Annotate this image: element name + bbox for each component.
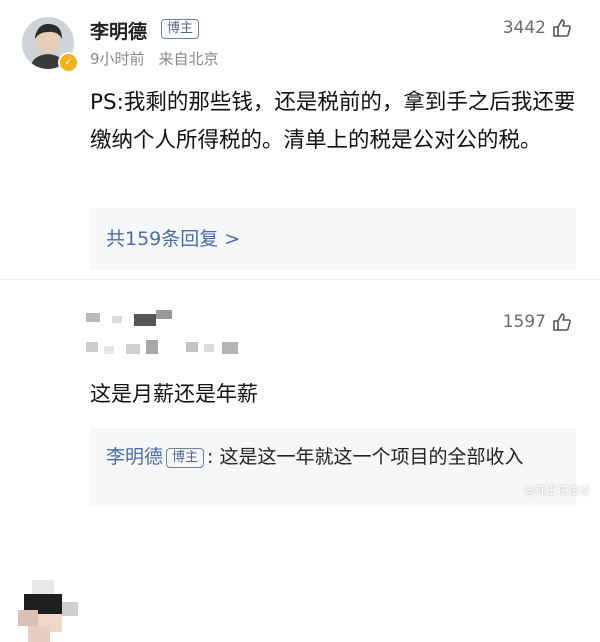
author-name[interactable]: 李明德 (90, 17, 147, 44)
watermark: @韩王任建设 (524, 484, 590, 497)
comment-text: 这是月薪还是年薪 (90, 382, 258, 406)
reply-content: 李明德 博主: 这是这一年就这一个项目的全部收入 (106, 442, 568, 472)
author-tag: 博主 (166, 448, 205, 468)
comment-time: 9小时前 (90, 50, 145, 68)
comment-text: PS:我剩的那些钱，还是税前的，拿到手之后我还要缴纳个人所得税的。清单上的税是公… (90, 90, 576, 153)
view-replies-link[interactable]: 共159条回复 > (106, 224, 240, 251)
reply-separator: : (207, 446, 220, 468)
replies-panel: 共159条回复 > (90, 208, 576, 270)
author-tag: 博主 (161, 19, 200, 39)
avatar[interactable] (18, 580, 78, 642)
verified-badge-icon: ✓ (58, 52, 79, 73)
reply-author-name[interactable]: 李明德 (106, 446, 163, 468)
comment-location: 来自北京 (158, 50, 219, 68)
comment-meta: 9小时前 来自北京 (90, 48, 219, 69)
thumbs-up-icon (552, 312, 572, 332)
reply-text: 这是这一年就这一个项目的全部收入 (219, 446, 524, 468)
comment-1: ✓ 李明德 博主 9小时前 来自北京 3442 PS:我剩的那些钱，还是税前的，拿… (0, 0, 600, 278)
like-count: 3442 (502, 18, 546, 38)
like-count: 1597 (502, 312, 546, 332)
like-button[interactable]: 3442 (503, 18, 572, 38)
thumbs-up-icon (552, 18, 572, 38)
author-reply[interactable]: 李明德 博主: 这是这一年就这一个项目的全部收入 (90, 428, 576, 506)
like-button[interactable]: 1597 (503, 312, 572, 332)
